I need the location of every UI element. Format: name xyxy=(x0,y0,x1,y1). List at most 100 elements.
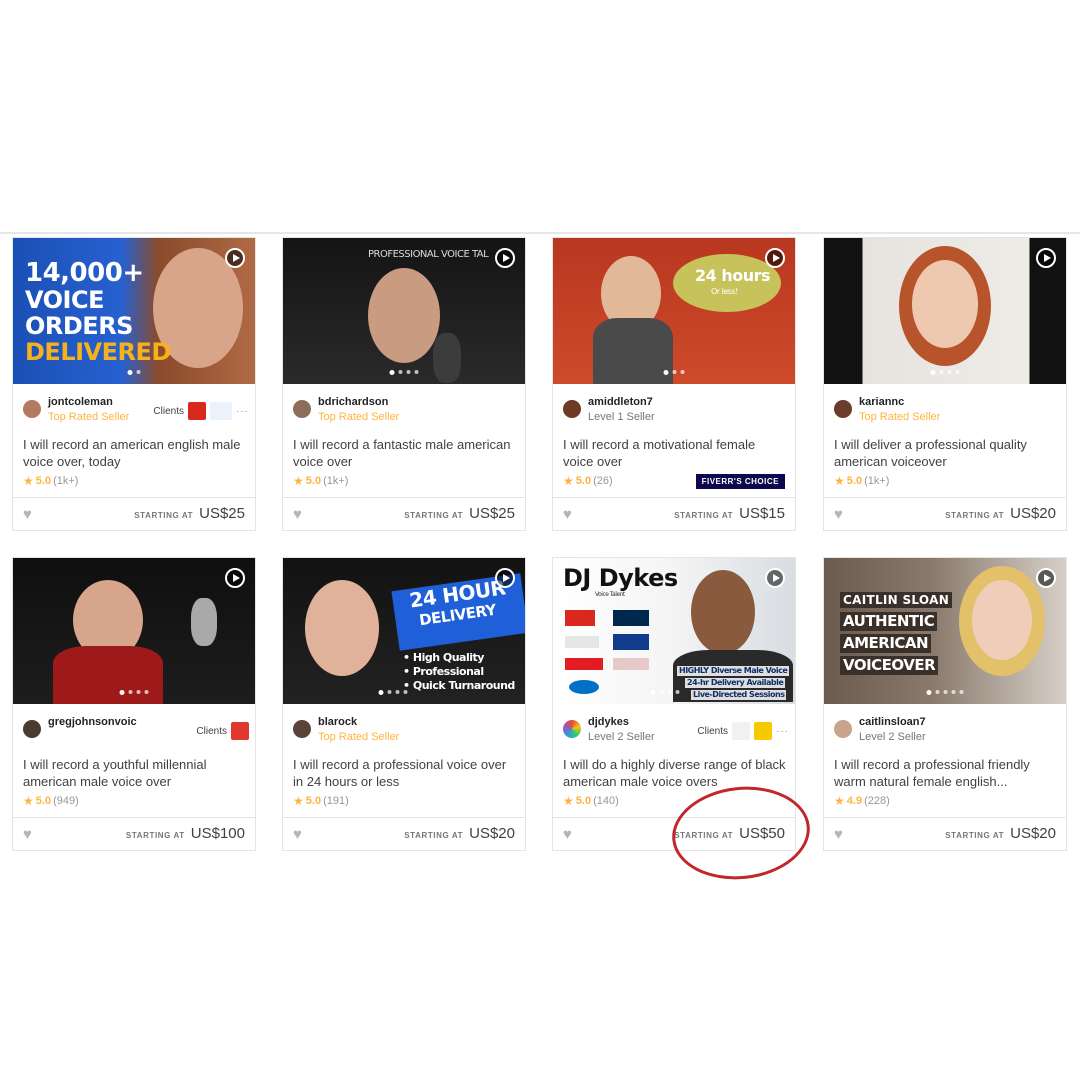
gig-title[interactable]: I will record a professional voice over … xyxy=(293,756,517,790)
heart-icon[interactable]: ♥ xyxy=(23,826,32,843)
gig-title[interactable]: I will record a professional friendly wa… xyxy=(834,756,1058,790)
gig-price[interactable]: STARTING AT US$20 xyxy=(945,825,1056,842)
gig-price[interactable]: STARTING AT US$20 xyxy=(404,825,515,842)
seller-name[interactable]: blarock xyxy=(318,716,357,728)
seller-name[interactable]: jontcoleman xyxy=(48,396,113,408)
more-icon[interactable]: ··· xyxy=(236,406,249,417)
heart-icon[interactable]: ♥ xyxy=(293,826,302,843)
michigan-logo-icon xyxy=(613,610,649,626)
avatar[interactable] xyxy=(23,400,41,418)
gig-rating: ★ 5.0 (140) xyxy=(563,794,619,808)
play-icon[interactable] xyxy=(1036,568,1056,588)
comcast-logo-icon xyxy=(565,636,599,648)
avatar[interactable] xyxy=(293,720,311,738)
play-icon[interactable] xyxy=(765,568,785,588)
gig-title[interactable]: I will do a highly diverse range of blac… xyxy=(563,756,787,790)
seller-photo xyxy=(972,580,1032,660)
gig-title[interactable]: I will record a motivational female voic… xyxy=(563,436,787,470)
gig-card[interactable]: 24 HOUR DELIVERY • High Quality • Profes… xyxy=(282,557,526,851)
rating-value: 5.0 xyxy=(305,795,322,807)
heart-icon[interactable]: ♥ xyxy=(834,826,843,843)
carousel-dots[interactable] xyxy=(119,690,149,695)
gig-card[interactable]: 24 hours Or less! amiddleton7 Level 1 Se… xyxy=(552,237,796,531)
gig-price[interactable]: STARTING AT US$100 xyxy=(126,825,245,842)
gig-thumbnail[interactable]: 14,000+ VOICE ORDERS DELIVERED xyxy=(13,238,255,384)
heart-icon[interactable]: ♥ xyxy=(23,506,32,523)
play-icon[interactable] xyxy=(225,248,245,268)
gig-card[interactable]: 14,000+ VOICE ORDERS DELIVERED jontcolem… xyxy=(12,237,256,531)
play-icon[interactable] xyxy=(495,248,515,268)
carousel-dots[interactable] xyxy=(389,370,419,375)
starting-at-label: STARTING AT xyxy=(404,831,464,840)
gig-thumbnail[interactable]: DJ Dykes Voice Talent HIGHLY Diverse Mal… xyxy=(553,558,795,704)
gig-footer: ♥ STARTING AT US$15 xyxy=(553,497,795,531)
carousel-dots[interactable] xyxy=(127,370,141,375)
clients-list: Clients xyxy=(196,722,249,740)
seller-name[interactable]: caitlinsloan7 xyxy=(859,716,926,728)
gig-title[interactable]: I will record an american english male v… xyxy=(23,436,247,470)
gig-title[interactable]: I will record a fantastic male american … xyxy=(293,436,517,470)
avatar[interactable] xyxy=(563,720,581,738)
seller-name[interactable]: djdykes xyxy=(588,716,629,728)
play-icon[interactable] xyxy=(1036,248,1056,268)
gig-card[interactable]: PROFESSIONAL VOICE TAL bdrichardson Top … xyxy=(282,237,526,531)
gig-rating: ★ 5.0 (1k+) xyxy=(293,474,348,488)
gig-price[interactable]: STARTING AT US$15 xyxy=(674,505,785,522)
star-icon: ★ xyxy=(563,794,574,808)
gig-footer: ♥ STARTING AT US$25 xyxy=(13,497,255,531)
client-logo-icon xyxy=(754,722,772,740)
gig-price[interactable]: STARTING AT US$20 xyxy=(945,505,1056,522)
play-icon[interactable] xyxy=(765,248,785,268)
carousel-dots[interactable] xyxy=(930,370,960,375)
heart-icon[interactable]: ♥ xyxy=(563,826,572,843)
avatar[interactable] xyxy=(23,720,41,738)
price-amount: US$25 xyxy=(469,505,515,522)
seller-name[interactable]: kariannc xyxy=(859,396,904,408)
gig-title[interactable]: I will record a youthful millennial amer… xyxy=(23,756,247,790)
gig-thumbnail[interactable]: 24 hours Or less! xyxy=(553,238,795,384)
thumb-text: Or less! xyxy=(711,287,738,296)
star-icon: ★ xyxy=(23,794,34,808)
seller-photo xyxy=(368,268,440,363)
gig-thumbnail[interactable]: CAITLIN SLOAN AUTHENTIC AMERICAN VOICEOV… xyxy=(824,558,1066,704)
gig-thumbnail[interactable] xyxy=(824,238,1066,384)
gig-thumbnail[interactable]: PROFESSIONAL VOICE TAL xyxy=(283,238,525,384)
seller-name[interactable]: amiddleton7 xyxy=(588,396,653,408)
gig-title[interactable]: I will deliver a professional quality am… xyxy=(834,436,1058,470)
avatar[interactable] xyxy=(563,400,581,418)
avatar[interactable] xyxy=(834,720,852,738)
gig-card[interactable]: gregjohnsonvoic Clients I will record a … xyxy=(12,557,256,851)
seller-info: amiddleton7 Level 1 Seller xyxy=(563,396,789,426)
play-icon[interactable] xyxy=(495,568,515,588)
rating-value: 4.9 xyxy=(846,795,863,807)
clients-label: Clients xyxy=(697,725,728,737)
play-icon[interactable] xyxy=(225,568,245,588)
avatar[interactable] xyxy=(293,400,311,418)
seller-name[interactable]: gregjohnsonvoic xyxy=(48,716,137,728)
carousel-dots[interactable] xyxy=(663,370,685,375)
mcdonalds-logo-icon xyxy=(565,610,595,626)
heart-icon[interactable]: ♥ xyxy=(834,506,843,523)
thumb-text: 24-hr Delivery Available xyxy=(685,678,786,688)
seller-name[interactable]: bdrichardson xyxy=(318,396,388,408)
gig-price[interactable]: STARTING AT US$25 xyxy=(134,505,245,522)
gig-card[interactable]: CAITLIN SLOAN AUTHENTIC AMERICAN VOICEOV… xyxy=(823,557,1067,851)
seller-info: djdykes Level 2 Seller Clients ··· xyxy=(563,716,789,746)
price-amount: US$20 xyxy=(469,825,515,842)
gig-thumbnail[interactable]: 24 HOUR DELIVERY • High Quality • Profes… xyxy=(283,558,525,704)
avatar[interactable] xyxy=(834,400,852,418)
thumb-text: DELIVERED xyxy=(25,338,171,366)
gig-price[interactable]: STARTING AT US$25 xyxy=(404,505,515,522)
heart-icon[interactable]: ♥ xyxy=(293,506,302,523)
carousel-dots[interactable] xyxy=(926,690,964,695)
more-icon[interactable]: ··· xyxy=(776,726,789,737)
gig-rating: ★ 5.0 (26) xyxy=(563,474,613,488)
review-count: (191) xyxy=(323,795,349,807)
gig-thumbnail[interactable] xyxy=(13,558,255,704)
thumb-text: 14,000+ xyxy=(25,258,144,288)
heart-icon[interactable]: ♥ xyxy=(563,506,572,523)
carousel-dots[interactable] xyxy=(378,690,408,695)
carousel-dots[interactable] xyxy=(650,690,680,695)
gig-card[interactable]: kariannc Top Rated Seller I will deliver… xyxy=(823,237,1067,531)
price-amount: US$20 xyxy=(1010,505,1056,522)
